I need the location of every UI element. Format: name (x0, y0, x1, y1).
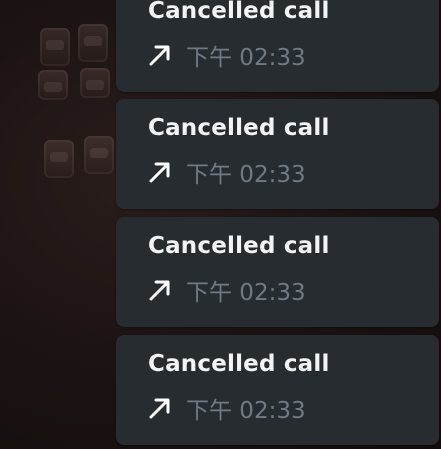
wallpaper-decoration (84, 136, 114, 174)
call-status-label: Cancelled call (148, 0, 330, 24)
wallpaper-decoration (44, 140, 74, 178)
call-status-label: Cancelled call (148, 351, 330, 377)
call-message-bubble[interactable]: Cancelled call 下午 02:33 (116, 335, 439, 445)
call-status-label: Cancelled call (148, 115, 330, 141)
wallpaper-decoration (38, 70, 68, 100)
wallpaper-decoration (40, 28, 70, 66)
call-meta-row: 下午 02:33 (146, 155, 306, 189)
call-timestamp: 下午 02:33 (186, 45, 306, 71)
call-meta-row: 下午 02:33 (146, 391, 306, 425)
call-meta-row: 下午 02:33 (146, 273, 306, 307)
outgoing-arrow-icon (149, 162, 170, 183)
call-message-bubble[interactable]: Cancelled call 下午 02:33 (116, 0, 439, 92)
call-timestamp: 下午 02:33 (186, 280, 306, 306)
call-meta-row: 下午 02:33 (146, 38, 306, 72)
call-status-label: Cancelled call (148, 233, 330, 259)
call-message-bubble[interactable]: Cancelled call 下午 02:33 (116, 99, 439, 209)
call-message-bubble[interactable]: Cancelled call 下午 02:33 (116, 217, 439, 327)
outgoing-arrow-icon (149, 398, 170, 419)
call-timestamp: 下午 02:33 (186, 398, 306, 424)
outgoing-arrow-icon (149, 280, 170, 301)
wallpaper-decoration (80, 68, 110, 98)
call-timestamp: 下午 02:33 (186, 162, 306, 188)
outgoing-arrow-icon (149, 45, 170, 66)
wallpaper-decoration (78, 24, 108, 62)
